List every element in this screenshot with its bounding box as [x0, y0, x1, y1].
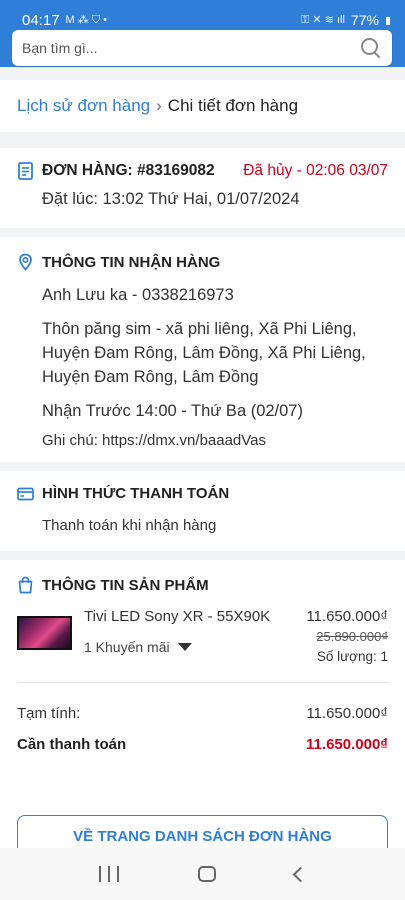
product-heading: THÔNG TIN SẢN PHẨM	[42, 576, 209, 594]
total-value: 11.650.000₫	[306, 736, 388, 753]
product-name[interactable]: Tivi LED Sony XR - 55X90K	[84, 608, 306, 625]
receiver-address: Thôn păng sim - xã phi liêng, Xã Phi Liê…	[42, 320, 366, 386]
product-old-price: 25.890.000₫	[316, 629, 388, 644]
breadcrumb: Lịch sử đơn hàng › Chi tiết đơn hàng	[0, 80, 405, 132]
product-row[interactable]: Tivi LED Sony XR - 55X90K 1 Khuyến mãi 1…	[17, 608, 388, 664]
receipt-icon	[18, 162, 33, 180]
back-icon[interactable]	[292, 866, 308, 882]
order-note: Ghi chú: https://dmx.vn/baaadVas	[42, 432, 267, 449]
receiver-info-card: THÔNG TIN NHẬN HÀNG Anh Lưu ka - 0338216…	[0, 237, 405, 462]
receiver-name-phone: Anh Lưu ka - 0338216973	[42, 286, 234, 304]
order-summary-card: ĐƠN HÀNG: #83169082 Đã hủy - 02:06 03/07…	[0, 148, 405, 228]
product-price: 11.650.000₫	[306, 608, 388, 625]
breadcrumb-order-history-link[interactable]: Lịch sử đơn hàng	[17, 96, 150, 116]
payment-method: Thanh toán khi nhận hàng	[42, 517, 217, 534]
home-icon[interactable]	[197, 866, 216, 882]
payment-card: HÌNH THỨC THANH TOÁN Thanh toán khi nhận…	[0, 471, 405, 551]
subtotal-row: Tạm tính: 11.650.000₫	[17, 705, 388, 722]
location-pin-icon	[19, 253, 32, 271]
order-placed-time: Đặt lúc: 13:02 Thứ Hai, 01/07/2024	[42, 190, 300, 208]
breadcrumb-separator: ›	[156, 96, 162, 115]
product-card: THÔNG TIN SẢN PHẨM Tivi LED Sony XR - 55…	[0, 560, 405, 850]
delivery-time: Nhận Trước 14:00 - Thứ Ba (02/07)	[42, 402, 303, 420]
breadcrumb-current: Chi tiết đơn hàng	[167, 96, 299, 115]
total-label: Cần thanh toán	[17, 736, 127, 753]
search-icon[interactable]	[360, 37, 382, 59]
product-quantity: Số lượng: 1	[316, 649, 388, 664]
credit-card-icon	[17, 487, 34, 500]
search-bar[interactable]	[12, 30, 392, 66]
payment-heading: HÌNH THỨC THANH TOÁN	[42, 485, 230, 502]
system-nav-bar	[0, 848, 405, 900]
subtotal-label: Tạm tính:	[17, 705, 81, 722]
shopping-bag-icon	[18, 576, 33, 594]
caret-down-icon[interactable]	[177, 643, 192, 651]
search-input[interactable]	[22, 40, 360, 56]
recent-apps-icon[interactable]	[99, 866, 120, 882]
receiver-heading: THÔNG TIN NHẬN HÀNG	[42, 253, 221, 271]
promotion-label: 1 Khuyến mãi	[84, 639, 170, 655]
total-row: Cần thanh toán 11.650.000₫	[17, 736, 388, 753]
divider	[17, 682, 388, 683]
subtotal-value: 11.650.000₫	[306, 705, 388, 722]
product-thumbnail[interactable]	[17, 616, 72, 650]
order-number: ĐƠN HÀNG: #83169082	[42, 162, 215, 179]
order-status: Đã hủy - 02:06 03/07	[243, 162, 388, 179]
promotion-toggle[interactable]: 1 Khuyến mãi	[84, 639, 306, 655]
